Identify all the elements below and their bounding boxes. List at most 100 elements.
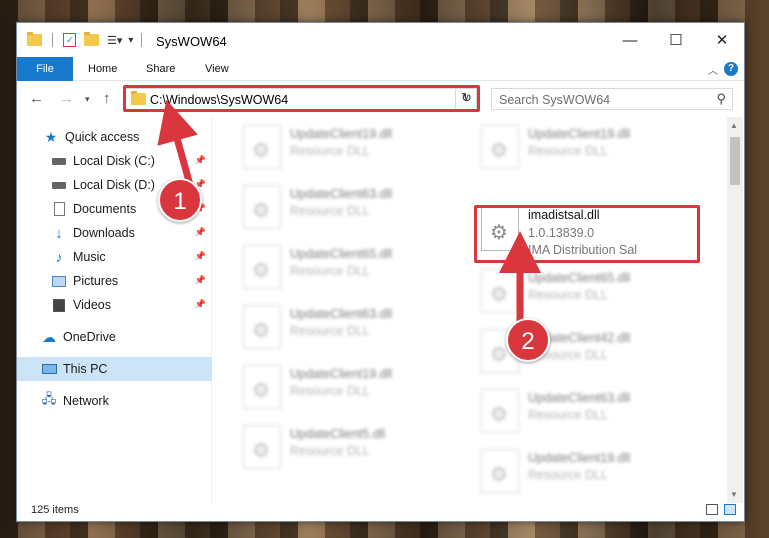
navigation-pane: ★ Quick access Local Disk (C:) 📌 Local D…: [17, 117, 212, 503]
nav-item-label: Pictures: [73, 274, 119, 288]
minimize-button[interactable]: —: [607, 23, 653, 57]
nav-item-onedrive[interactable]: ☁ OneDrive: [17, 325, 212, 349]
file-item[interactable]: UpdateClient5.dll Resource DLL: [235, 421, 435, 479]
pin-icon[interactable]: 📌: [195, 227, 206, 238]
nav-item-label: Quick access: [65, 130, 140, 144]
properties-icon[interactable]: ✓: [63, 33, 76, 47]
file-name: UpdateClient19.dll: [528, 127, 631, 141]
address-highlight-box: [123, 85, 480, 112]
ribbon-tabs: File Home Share View ︿ ?: [17, 57, 744, 81]
pictures-icon: [51, 274, 67, 288]
pin-icon[interactable]: 📌: [195, 251, 206, 262]
file-type: Resource DLL: [290, 144, 370, 158]
dll-file-icon: [481, 389, 519, 433]
file-name: UpdateClient65.dll: [290, 247, 393, 261]
pin-icon[interactable]: 📌: [195, 155, 206, 166]
pin-icon[interactable]: 📌: [195, 275, 206, 286]
new-folder-icon[interactable]: [84, 32, 99, 46]
nav-item-label: Local Disk (C:): [73, 154, 155, 168]
search-input[interactable]: Search SysWOW64 ⚲: [491, 88, 733, 110]
step-2-badge: 2: [506, 318, 550, 362]
star-icon: ★: [44, 128, 58, 145]
nav-item-label: This PC: [63, 362, 108, 376]
file-item[interactable]: UpdateClient19.dll Resource DLL: [235, 121, 435, 179]
file-name: UpdateClient5.dll: [290, 427, 386, 441]
scroll-up-icon[interactable]: ▲: [730, 121, 738, 130]
drive-icon: [51, 178, 67, 192]
minimize-icon: —: [622, 31, 638, 49]
expand-ribbon-icon[interactable]: ︿: [708, 62, 718, 77]
file-name: UpdateClient65.dll: [528, 271, 631, 285]
file-type: Resource DLL: [290, 384, 370, 398]
file-item[interactable]: UpdateClient19.dll Resource DLL: [473, 121, 673, 179]
file-item[interactable]: UpdateClient63.dll Resource DLL: [473, 385, 673, 443]
nav-item-label: Videos: [73, 298, 111, 312]
dll-file-icon: [243, 185, 281, 229]
nav-item-pictures[interactable]: Pictures 📌: [17, 269, 212, 293]
tab-file[interactable]: File: [17, 57, 73, 81]
details-view-icon[interactable]: [706, 504, 718, 515]
file-list: UpdateClient19.dll Resource DLL UpdateCl…: [213, 117, 729, 503]
dll-file-icon: [243, 305, 281, 349]
customize-toolbar-icon[interactable]: ☰▾: [107, 34, 122, 47]
nav-item-network[interactable]: 🖧 Network: [17, 389, 212, 413]
file-name: UpdateClient19.dll: [290, 367, 393, 381]
close-icon: ✕: [715, 32, 729, 49]
nav-item-quick-access[interactable]: ★ Quick access: [17, 125, 212, 149]
search-placeholder: Search SysWOW64: [499, 93, 611, 107]
file-type: Resource DLL: [528, 468, 608, 482]
tab-home[interactable]: Home: [88, 57, 117, 81]
tab-view[interactable]: View: [205, 57, 229, 81]
dll-file-icon: [481, 125, 519, 169]
file-item[interactable]: UpdateClient63.dll Resource DLL: [235, 301, 435, 359]
nav-item-music[interactable]: ♪ Music 📌: [17, 245, 212, 269]
file-type: Resource DLL: [528, 288, 608, 302]
file-name: UpdateClient19.dll: [290, 127, 393, 141]
file-type: Resource DLL: [290, 324, 370, 338]
file-type: Resource DLL: [528, 144, 608, 158]
forward-icon[interactable]: →: [59, 90, 74, 107]
music-icon: ♪: [55, 249, 63, 265]
status-bar: 125 items: [17, 499, 744, 521]
dll-file-icon: [481, 449, 519, 493]
dll-file-icon: [243, 425, 281, 469]
download-icon: ↓: [55, 224, 63, 242]
file-name: UpdateClient63.dll: [528, 391, 631, 405]
file-item[interactable]: UpdateClient42.dll Resource DLL: [473, 325, 673, 383]
scroll-down-icon[interactable]: ▼: [730, 490, 738, 499]
maximize-button[interactable]: ☐: [653, 23, 699, 57]
file-item[interactable]: UpdateClient65.dll Resource DLL: [235, 241, 435, 299]
title-bar: ✓ ☰▾ ▾ SysWOW64 — ☐ ✕: [17, 23, 744, 57]
back-icon[interactable]: ←: [29, 90, 44, 107]
file-name: UpdateClient19.dll: [528, 451, 631, 465]
nav-item-this-pc[interactable]: This PC: [17, 357, 212, 381]
nav-item-downloads[interactable]: ↓ Downloads 📌: [17, 221, 212, 245]
file-type: Resource DLL: [290, 204, 370, 218]
window-title: SysWOW64: [156, 34, 227, 49]
nav-item-label: Music: [73, 250, 106, 264]
help-icon[interactable]: ?: [724, 62, 738, 76]
nav-item-label: Documents: [73, 202, 137, 216]
nav-item-local-disk-c[interactable]: Local Disk (C:) 📌: [17, 149, 212, 173]
scrollbar-thumb[interactable]: [730, 137, 740, 185]
close-button[interactable]: ✕: [699, 23, 745, 57]
up-icon[interactable]: ↑: [103, 90, 111, 107]
maximize-icon: ☐: [669, 32, 683, 49]
file-type: Resource DLL: [290, 444, 370, 458]
large-icons-view-icon[interactable]: [724, 504, 736, 515]
dll-file-icon: [243, 125, 281, 169]
file-item[interactable]: UpdateClient19.dll Resource DLL: [235, 361, 435, 419]
toolbar-dropdown-icon[interactable]: ▾: [128, 35, 133, 46]
file-item[interactable]: UpdateClient19.dll Resource DLL: [473, 445, 673, 503]
file-name: UpdateClient63.dll: [290, 307, 393, 321]
toolbar-separator: [52, 33, 53, 47]
pin-icon[interactable]: 📌: [195, 299, 206, 310]
nav-item-videos[interactable]: Videos 📌: [17, 293, 212, 317]
file-item[interactable]: UpdateClient65.dll Resource DLL: [473, 265, 673, 323]
documents-icon: [51, 202, 67, 216]
tab-share[interactable]: Share: [146, 57, 175, 81]
vertical-scrollbar[interactable]: ▲ ▼: [727, 117, 743, 503]
file-item[interactable]: UpdateClient63.dll Resource DLL: [235, 181, 435, 239]
recent-locations-icon[interactable]: ▾: [85, 94, 90, 105]
file-highlight-box: [474, 205, 700, 263]
